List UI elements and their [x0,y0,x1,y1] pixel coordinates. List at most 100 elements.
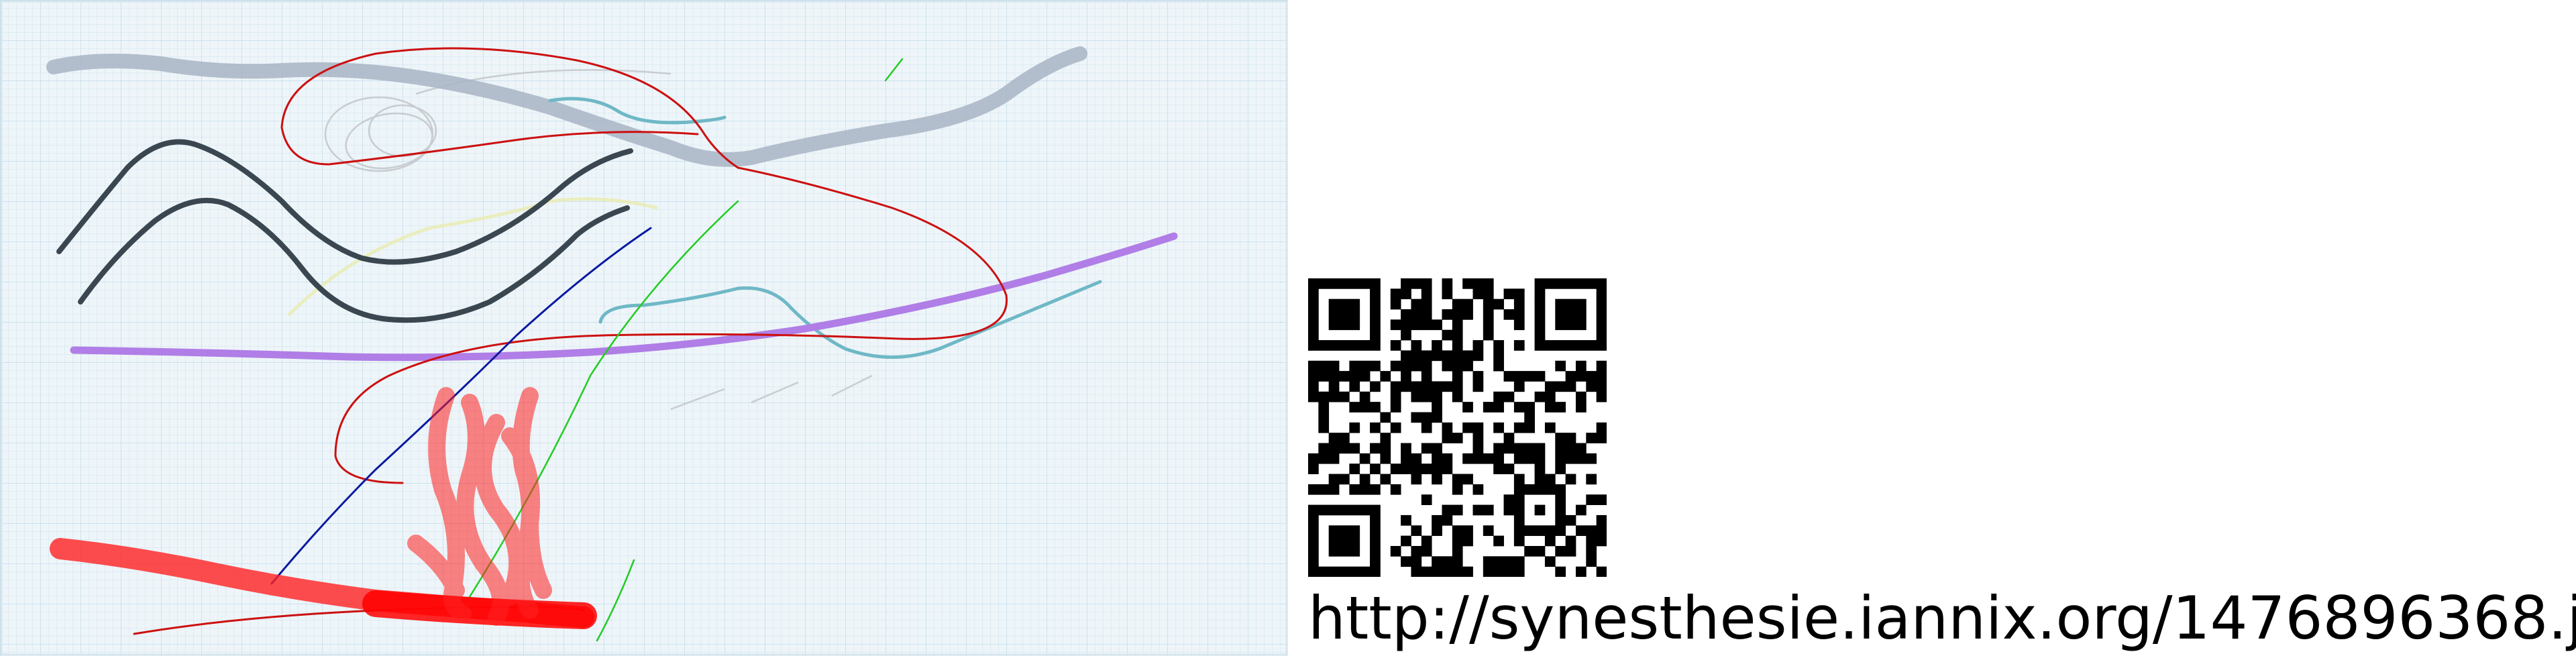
qr-module [1555,309,1566,320]
qr-module [1380,474,1391,485]
qr-module [1586,278,1597,289]
qr-module [1462,535,1473,547]
qr-module [1452,566,1463,577]
qr-module [1596,319,1607,331]
qr-module [1575,443,1587,454]
qr-module [1359,484,1371,495]
qr-module [1370,381,1381,392]
qr-module [1565,514,1576,526]
qr-module [1411,340,1422,351]
qr-module [1401,453,1411,464]
qr-module [1421,350,1432,362]
qr-module [1308,288,1319,300]
qr-module [1370,545,1381,557]
qr-module [1401,514,1411,526]
qr-module [1513,504,1525,516]
qr-module [1359,340,1371,351]
qr-module [1442,514,1453,526]
qr-module [1565,340,1576,351]
qr-module [1442,360,1453,372]
qr-module [1401,381,1411,392]
qr-module [1308,566,1319,577]
qr-module [1472,350,1484,362]
qr-module [1318,422,1330,433]
qr-module [1339,391,1350,402]
qr-module [1462,309,1473,320]
qr-module [1442,288,1453,300]
qr-module [1421,545,1432,557]
qr-module [1328,433,1340,443]
qr-module [1328,319,1340,331]
qr-module [1339,340,1350,351]
qr-module [1544,484,1556,495]
qr-module [1555,566,1566,577]
qr-module [1359,453,1371,464]
qr-module [1390,545,1401,557]
qr-module [1421,566,1432,577]
qr-module [1359,278,1371,289]
qr-module [1401,329,1411,341]
qr-module [1586,381,1597,392]
qr-module [1349,278,1360,289]
qr-module [1493,463,1504,474]
qr-module [1359,566,1371,577]
qr-module [1513,288,1525,300]
qr-module [1503,288,1515,300]
qr-module [1555,443,1566,454]
qr-module [1370,402,1381,413]
qr-module [1421,422,1432,433]
qr-module [1380,433,1391,443]
qr-module [1452,360,1463,372]
qr-module [1513,535,1525,547]
qr-module [1308,545,1319,557]
qr-module [1432,514,1442,526]
qr-module [1442,453,1453,464]
qr-module [1349,463,1360,474]
qr-module [1318,484,1330,495]
qr-module [1596,525,1607,537]
qr-module [1452,371,1463,382]
qr-module [1462,350,1473,362]
qr-module [1575,360,1587,372]
qr-module [1503,371,1515,382]
qr-module [1575,319,1587,331]
qr-module [1328,504,1340,516]
qr-module [1432,525,1442,537]
qr-module [1596,288,1607,300]
qr-module [1462,453,1473,464]
qr-module [1370,514,1381,526]
qr-module [1390,484,1401,495]
qr-module [1370,309,1381,320]
qr-module [1513,453,1525,464]
qr-module [1513,484,1525,495]
qr-module [1524,453,1535,464]
red-base-stroke-core [362,590,597,629]
qr-module [1483,566,1494,577]
qr-module [1318,340,1330,351]
qr-module [1339,566,1350,577]
qr-module [1524,402,1535,413]
qr-module [1370,443,1381,454]
qr-module [1452,319,1463,331]
qr-module [1586,474,1597,485]
qr-module [1370,319,1381,331]
qr-module [1483,556,1494,567]
qr-module [1370,360,1381,372]
qr-module [1555,504,1566,516]
qr-module [1534,278,1546,289]
qr-module [1513,514,1525,526]
qr-module [1452,391,1463,402]
qr-module [1349,298,1360,310]
qr-module [1555,433,1566,443]
qr-module [1483,319,1494,331]
qr-module [1513,298,1525,310]
qr-module [1596,381,1607,392]
qr-module [1586,453,1597,464]
qr-module [1452,433,1463,443]
qr-module [1555,494,1566,505]
qr-module [1349,545,1360,557]
qr-module [1472,288,1484,300]
qr-module [1411,278,1422,289]
qr-module [1575,309,1587,320]
qr-module [1349,381,1360,392]
